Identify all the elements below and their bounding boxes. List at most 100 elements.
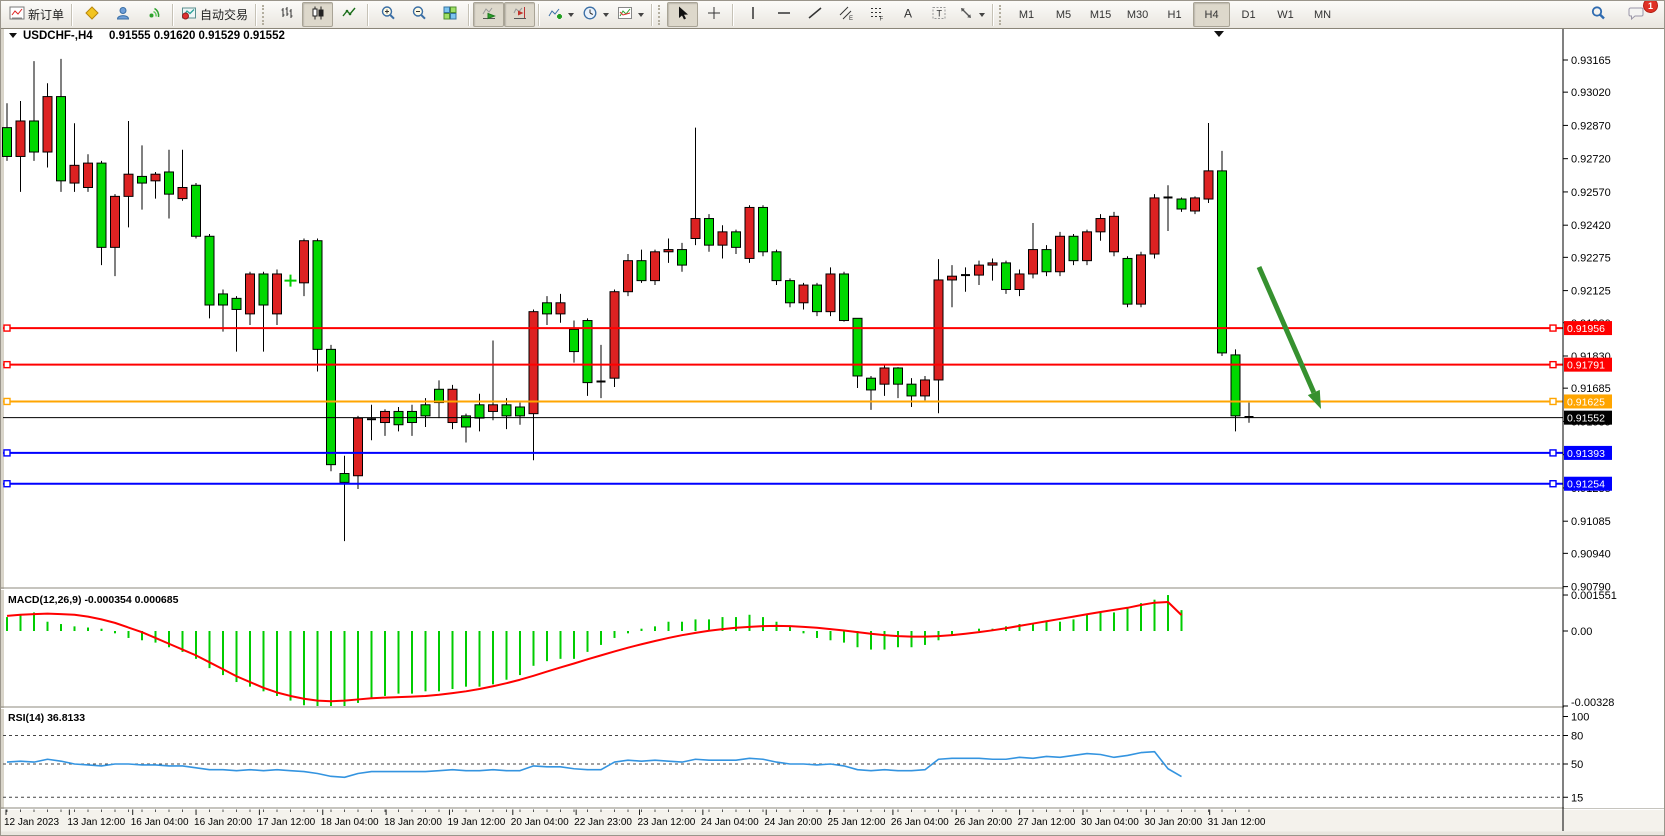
new-order-button-label: 新订单 xyxy=(28,6,64,23)
indicators-button[interactable] xyxy=(543,2,578,27)
hline-handle[interactable] xyxy=(4,398,10,404)
search-icon xyxy=(1590,5,1606,24)
hline-handle[interactable] xyxy=(1550,481,1556,487)
candle-bullish xyxy=(948,276,957,280)
cursor-button[interactable] xyxy=(667,2,698,27)
hline-handle[interactable] xyxy=(4,325,10,331)
arrows-button[interactable] xyxy=(954,2,989,27)
gold-button[interactable] xyxy=(76,2,107,27)
timeframe-m30-button[interactable]: M30 xyxy=(1119,2,1156,27)
main-toolbar: 新订单自动交易EFATM1M5M15M30H1H4D1W1MN1 xyxy=(1,1,1664,29)
candle-bearish xyxy=(1218,171,1227,353)
timeframe-m15-button[interactable]: M15 xyxy=(1082,2,1119,27)
zoom-out-button[interactable] xyxy=(403,2,434,27)
label-button[interactable]: T xyxy=(923,2,954,27)
timeframe-w1-button[interactable]: W1 xyxy=(1267,2,1304,27)
candle-bearish xyxy=(219,294,228,305)
candle-bearish xyxy=(583,321,592,383)
candle-bearish xyxy=(867,378,876,390)
time-label: 24 Jan 20:00 xyxy=(764,817,822,828)
timeframe-d1-button[interactable]: D1 xyxy=(1230,2,1267,27)
candle-bullish xyxy=(1110,216,1119,251)
hline-handle[interactable] xyxy=(4,362,10,368)
candle-bearish xyxy=(232,298,241,309)
hline-handle[interactable] xyxy=(4,450,10,456)
candle-bearish xyxy=(853,318,862,376)
timeframe-mn-button[interactable]: MN xyxy=(1304,2,1341,27)
hline-icon xyxy=(776,5,792,24)
toolbar-drag-handle[interactable] xyxy=(999,5,1004,25)
bar-chart-button[interactable] xyxy=(271,2,302,27)
candle-bullish xyxy=(16,121,25,156)
hline-handle[interactable] xyxy=(1550,325,1556,331)
time-label: 26 Jan 04:00 xyxy=(891,817,949,828)
timeframe-m1-button[interactable]: M1 xyxy=(1008,2,1045,27)
signals-button[interactable] xyxy=(138,2,169,27)
hline-handle[interactable] xyxy=(4,481,10,487)
candle-bullish xyxy=(111,196,120,247)
auto-scroll-button[interactable] xyxy=(473,2,504,27)
candle-bearish xyxy=(732,232,741,248)
candle-bearish xyxy=(813,285,822,312)
templates-button[interactable] xyxy=(613,2,648,27)
vline-button[interactable] xyxy=(737,2,768,27)
candle-bearish xyxy=(97,163,106,247)
price-tick-label: 0.93020 xyxy=(1571,87,1611,99)
candle-bullish xyxy=(1083,232,1092,261)
autotrading-button[interactable]: 自动交易 xyxy=(177,2,252,27)
profile-button[interactable] xyxy=(107,2,138,27)
svg-text:A: A xyxy=(904,7,912,21)
candle-bearish xyxy=(165,172,174,194)
price-badge-label: 0.91956 xyxy=(1567,323,1605,335)
chevron-down-icon[interactable] xyxy=(638,13,644,17)
chevron-down-icon[interactable] xyxy=(603,13,609,17)
chevron-down-icon[interactable] xyxy=(568,13,574,17)
chart-shift-button[interactable] xyxy=(504,2,535,27)
time-label: 13 Jan 12:00 xyxy=(67,817,125,828)
svg-text:E: E xyxy=(849,16,853,21)
periods-button[interactable] xyxy=(578,2,613,27)
time-label: 30 Jan 20:00 xyxy=(1144,817,1202,828)
timeframe-h4-button[interactable]: H4 xyxy=(1193,2,1230,27)
time-label: 18 Jan 20:00 xyxy=(384,817,442,828)
candle-bullish xyxy=(921,380,930,396)
candle-bullish xyxy=(1096,219,1105,232)
hline-handle[interactable] xyxy=(1550,362,1556,368)
toolbar-separator xyxy=(651,4,653,26)
time-label: 16 Jan 04:00 xyxy=(131,817,189,828)
candle-bearish xyxy=(327,349,336,464)
trendline-button[interactable] xyxy=(799,2,830,27)
candle-bullish xyxy=(124,174,133,196)
toolbar-drag-handle[interactable] xyxy=(658,5,663,25)
channel-button[interactable]: E xyxy=(830,2,861,27)
tile-windows-button[interactable] xyxy=(434,2,465,27)
timeframe-h1-button[interactable]: H1 xyxy=(1156,2,1193,27)
candle-bullish xyxy=(43,97,52,152)
new-order-button[interactable]: 新订单 xyxy=(5,2,68,27)
candle-bullish xyxy=(1204,171,1213,199)
rsi-tick-label: 100 xyxy=(1571,712,1589,724)
macd-indicator-label: MACD(12,26,9) -0.000354 0.000685 xyxy=(8,594,179,606)
fibonacci-button[interactable]: F xyxy=(861,2,892,27)
price-badge-label: 0.91393 xyxy=(1567,448,1605,460)
candle-bearish xyxy=(516,407,525,416)
zoom-in-button[interactable] xyxy=(372,2,403,27)
chevron-down-icon[interactable] xyxy=(979,13,985,17)
toolbar-drag-handle[interactable] xyxy=(262,5,267,25)
candle-bullish xyxy=(1191,198,1200,211)
hline-handle[interactable] xyxy=(1550,450,1556,456)
crosshair-button[interactable] xyxy=(698,2,729,27)
candle-bearish xyxy=(30,121,39,152)
text-button[interactable]: A xyxy=(892,2,923,27)
chart-title: USDCHF-,H4 xyxy=(23,30,93,42)
timeframe-m5-button[interactable]: M5 xyxy=(1045,2,1082,27)
channel-icon: E xyxy=(838,5,854,24)
hline-handle[interactable] xyxy=(1550,398,1556,404)
line-chart-button[interactable] xyxy=(333,2,364,27)
candlestick-chart-button[interactable] xyxy=(302,2,333,27)
candle-bearish xyxy=(313,241,322,350)
price-badge-label: 0.91254 xyxy=(1567,479,1605,491)
search-button[interactable] xyxy=(1582,2,1613,27)
crosshair-icon xyxy=(706,5,722,24)
hline-button[interactable] xyxy=(768,2,799,27)
